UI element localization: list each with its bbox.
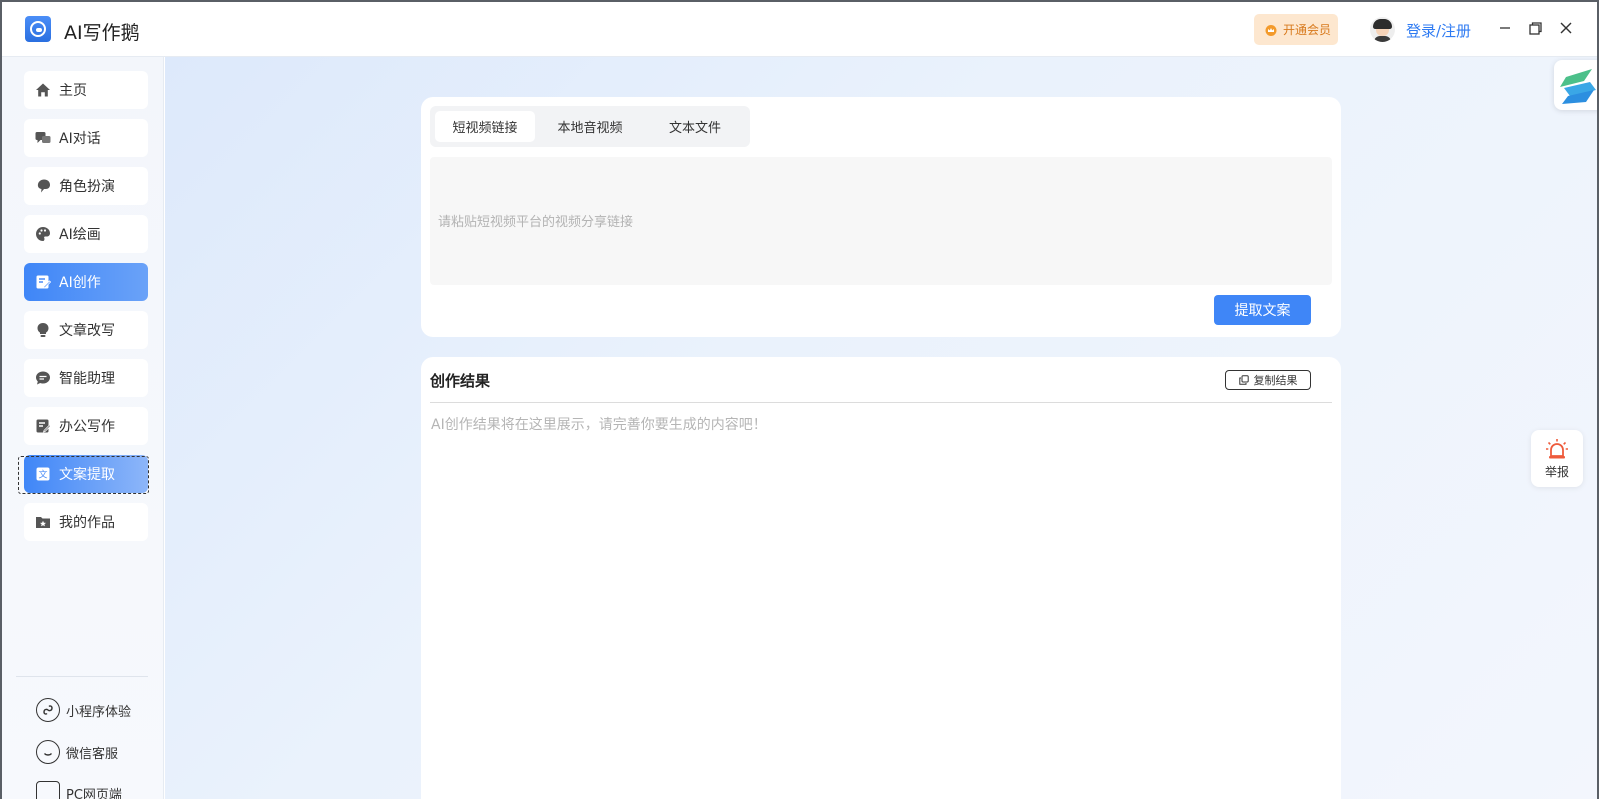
sidebar-item-label: AI绘画 [59,227,101,243]
crown-icon [1265,24,1277,36]
sidebar-item-copy-extract[interactable]: 文 文案提取 [24,455,148,493]
copy-result-label: 复制结果 [1253,374,1298,387]
sidebar-link-label: PC网页端 [66,787,122,799]
result-divider [430,402,1332,403]
sidebar-link-mini-program[interactable]: 小程序体验 [36,698,131,722]
floating-app-logo[interactable] [1554,60,1599,110]
copy-icon [1238,375,1249,385]
sidebar-item-ai-painting[interactable]: AI绘画 [24,215,148,253]
sidebar-item-ai-create[interactable]: AI创作 [24,263,148,301]
login-register-link[interactable]: 登录/注册 [1406,20,1471,41]
source-tabs: 短视频链接 本地音视频 文本文件 [430,106,750,147]
mini-program-icon [36,698,60,722]
svg-text:文: 文 [38,469,47,481]
sidebar-item-smart-assistant[interactable]: 智能助理 [24,359,148,397]
vip-button[interactable]: 开通会员 [1254,14,1338,45]
lightbulb-icon [35,322,51,338]
restore-icon[interactable] [1525,18,1545,38]
result-placeholder: AI创作结果将在这里展示，请完善你要生成的内容吧！ [431,417,767,433]
assistant-icon [35,370,51,386]
wechat-service-icon [36,740,60,764]
sidebar-item-label: 角色扮演 [59,179,115,195]
copy-result-button[interactable]: 复制结果 [1225,370,1311,390]
minimize-icon[interactable] [1495,18,1515,38]
sidebar-item-label: AI对话 [59,131,101,147]
sidebar-item-office-writing[interactable]: 办公写作 [24,407,148,445]
stack-logo-icon [1560,69,1596,104]
avatar[interactable] [1370,17,1395,42]
sidebar-link-pc-web[interactable]: PC网页端 [36,781,122,799]
sidebar-item-label: 主页 [59,83,87,99]
tab-local-media[interactable]: 本地音视频 [540,111,640,142]
home-icon [35,82,51,98]
close-icon[interactable] [1556,18,1576,38]
edit-icon [35,274,51,290]
sidebar-item-label: 我的作品 [59,515,115,531]
sidebar-item-article-rewrite[interactable]: 文章改写 [24,311,148,349]
sidebar-link-wechat-service[interactable]: 微信客服 [36,740,118,764]
folder-star-icon [35,514,51,530]
result-title: 创作结果 [430,372,491,390]
report-widget[interactable]: 举报 [1531,430,1583,487]
tab-short-video-link[interactable]: 短视频链接 [435,111,535,142]
vip-label: 开通会员 [1283,23,1332,37]
sidebar-item-label: 文章改写 [59,323,115,339]
sidebar-item-label: 智能助理 [59,371,115,387]
tab-text-file[interactable]: 文本文件 [645,111,745,142]
report-label: 举报 [1544,465,1569,479]
sidebar-item-my-works[interactable]: 我的作品 [24,503,148,541]
sidebar-link-label: 小程序体验 [66,704,132,720]
sidebar-link-label: 微信客服 [66,746,119,762]
sidebar-item-label: 文案提取 [59,467,115,483]
sidebar-item-ai-chat[interactable]: AI对话 [24,119,148,157]
extract-copy-button[interactable]: 提取文案 [1214,295,1311,325]
sidebar-item-label: AI创作 [59,275,101,291]
role-play-icon [35,178,51,194]
document-edit-icon [35,418,51,434]
palette-icon [35,226,51,242]
app-title: AI写作鹅 [64,22,140,44]
translate-icon: 文 [35,466,51,482]
sidebar-item-role-play[interactable]: 角色扮演 [24,167,148,205]
sidebar-divider [16,676,148,677]
alarm-icon [1546,439,1568,459]
sidebar-item-label: 办公写作 [59,419,115,435]
pc-web-icon [36,781,60,799]
app-logo-icon [25,16,51,42]
video-link-input[interactable] [430,157,1332,285]
title-bar: AI写作鹅 开通会员 登录/注册 [0,0,1599,57]
sidebar-item-home[interactable]: 主页 [24,71,148,109]
chat-icon [35,130,51,146]
